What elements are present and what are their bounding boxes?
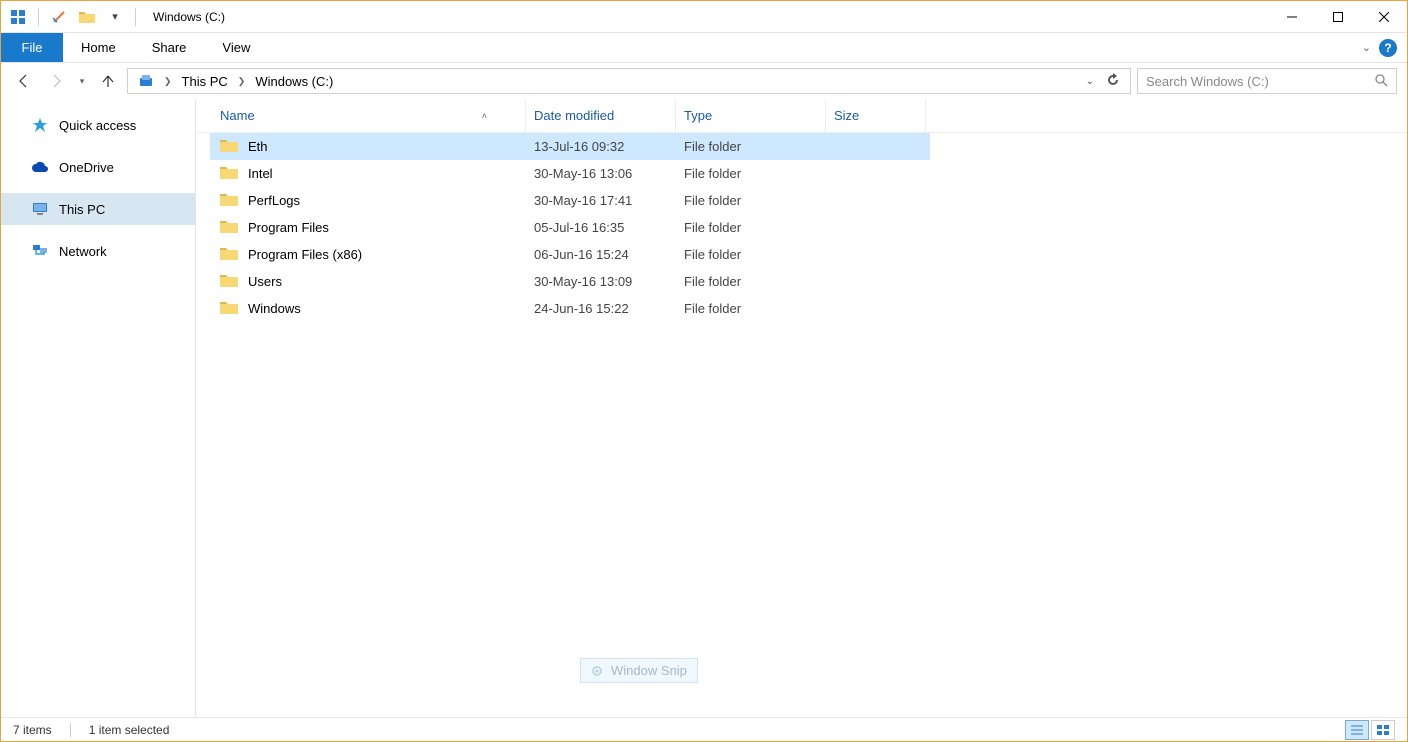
file-name: Intel: [248, 166, 273, 181]
network-icon: [31, 242, 49, 260]
status-item-count: 7 items: [13, 723, 52, 737]
snip-tooltip: Window Snip: [580, 658, 698, 683]
table-row[interactable]: Users 30-May-16 13:09File folder: [210, 268, 930, 295]
file-type: File folder: [676, 301, 826, 316]
navigation-bar: ▾ ❯ This PC ❯ Windows (C:) ⌄ Search Wind…: [1, 63, 1407, 99]
target-icon: [591, 665, 603, 677]
star-icon: [31, 116, 49, 134]
thumbnails-view-button[interactable]: [1371, 720, 1395, 740]
details-view-button[interactable]: [1345, 720, 1369, 740]
column-size[interactable]: Size: [826, 99, 926, 132]
column-type[interactable]: Type: [676, 99, 826, 132]
file-type: File folder: [676, 193, 826, 208]
sidebar-item-quick-access[interactable]: Quick access: [1, 109, 195, 141]
breadcrumb-this-pc[interactable]: This PC: [176, 72, 234, 91]
file-type: File folder: [676, 166, 826, 181]
help-icon[interactable]: ?: [1379, 39, 1397, 57]
search-placeholder: Search Windows (C:): [1146, 74, 1269, 89]
column-headers: Name ˄ Date modified Type Size: [196, 99, 1407, 133]
title-bar: ▾ Windows (C:): [1, 1, 1407, 33]
tab-share[interactable]: Share: [134, 33, 205, 62]
file-tab[interactable]: File: [1, 33, 63, 62]
column-name[interactable]: Name ˄: [196, 99, 526, 132]
qat-dropdown-icon[interactable]: ▾: [104, 6, 126, 28]
file-name: Program Files: [248, 220, 329, 235]
file-type: File folder: [676, 139, 826, 154]
table-row[interactable]: Windows 24-Jun-16 15:22File folder: [210, 295, 930, 322]
file-type: File folder: [676, 220, 826, 235]
refresh-icon[interactable]: [1100, 73, 1126, 90]
table-row[interactable]: Intel 30-May-16 13:06File folder: [210, 160, 930, 187]
file-date: 06-Jun-16 15:24: [526, 247, 676, 262]
table-row[interactable]: Program Files 05-Jul-16 16:35File folder: [210, 214, 930, 241]
sidebar-item-onedrive[interactable]: OneDrive: [1, 151, 195, 183]
ribbon: File Home Share View ⌄ ?: [1, 33, 1407, 63]
breadcrumb-drive[interactable]: Windows (C:): [249, 72, 339, 91]
monitor-icon: [31, 200, 49, 218]
close-button[interactable]: [1361, 1, 1407, 32]
file-name: Windows: [248, 301, 301, 316]
file-list-pane: Name ˄ Date modified Type Size Eth 13-Jul…: [196, 99, 1407, 717]
sidebar-item-label: Network: [59, 244, 107, 259]
maximize-button[interactable]: [1315, 1, 1361, 32]
sidebar-item-label: This PC: [59, 202, 105, 217]
cloud-icon: [31, 158, 49, 176]
table-row[interactable]: Eth 13-Jul-16 09:32File folder: [210, 133, 930, 160]
address-bar[interactable]: ❯ This PC ❯ Windows (C:) ⌄: [127, 68, 1131, 94]
folder-icon: [220, 273, 238, 291]
sidebar-item-label: Quick access: [59, 118, 136, 133]
folder-icon: [220, 192, 238, 210]
file-date: 13-Jul-16 09:32: [526, 139, 676, 154]
window-title: Windows (C:): [145, 10, 225, 24]
file-name: Users: [248, 274, 282, 289]
ribbon-expand-icon[interactable]: ⌄: [1362, 41, 1371, 54]
sidebar-item-label: OneDrive: [59, 160, 114, 175]
file-type: File folder: [676, 274, 826, 289]
breadcrumb-root-icon[interactable]: [132, 71, 160, 91]
folder-icon: [220, 138, 238, 156]
folder-icon: [220, 246, 238, 264]
up-button[interactable]: [95, 68, 121, 94]
sort-ascending-icon: ˄: [482, 111, 487, 121]
search-icon: [1374, 73, 1388, 90]
file-date: 30-May-16 17:41: [526, 193, 676, 208]
minimize-button[interactable]: [1269, 1, 1315, 32]
status-selection: 1 item selected: [89, 723, 170, 737]
folder-icon: [220, 165, 238, 183]
folder-icon: [220, 219, 238, 237]
quick-access-toolbar: ▾: [1, 6, 145, 28]
back-button[interactable]: [11, 68, 37, 94]
search-input[interactable]: Search Windows (C:): [1137, 68, 1397, 94]
file-date: 30-May-16 13:06: [526, 166, 676, 181]
folder-qat-icon[interactable]: [76, 6, 98, 28]
window-controls: [1269, 1, 1407, 32]
table-row[interactable]: PerfLogs 30-May-16 17:41File folder: [210, 187, 930, 214]
recent-dropdown[interactable]: ▾: [75, 68, 89, 94]
properties-icon[interactable]: [48, 6, 70, 28]
folder-icon: [220, 300, 238, 318]
column-date[interactable]: Date modified: [526, 99, 676, 132]
tab-home[interactable]: Home: [63, 33, 134, 62]
table-row[interactable]: Program Files (x86) 06-Jun-16 15:24File f…: [210, 241, 930, 268]
sidebar-item-this-pc[interactable]: This PC: [1, 193, 195, 225]
sidebar-item-network[interactable]: Network: [1, 235, 195, 267]
file-type: File folder: [676, 247, 826, 262]
address-dropdown-icon[interactable]: ⌄: [1086, 76, 1094, 87]
navigation-pane: Quick access OneDrive This PC Network: [1, 99, 196, 717]
chevron-right-icon[interactable]: ❯: [238, 76, 246, 87]
file-date: 05-Jul-16 16:35: [526, 220, 676, 235]
file-date: 24-Jun-16 15:22: [526, 301, 676, 316]
app-icon: [7, 6, 29, 28]
tab-view[interactable]: View: [204, 33, 268, 62]
file-name: PerfLogs: [248, 193, 300, 208]
file-name: Eth: [248, 139, 268, 154]
file-name: Program Files (x86): [248, 247, 362, 262]
file-date: 30-May-16 13:09: [526, 274, 676, 289]
file-rows-container: Eth13-Jul-16 09:32File folderIntel30-May…: [196, 133, 1407, 717]
status-bar: 7 items 1 item selected: [1, 717, 1407, 741]
chevron-right-icon[interactable]: ❯: [164, 76, 172, 87]
forward-button[interactable]: [43, 68, 69, 94]
